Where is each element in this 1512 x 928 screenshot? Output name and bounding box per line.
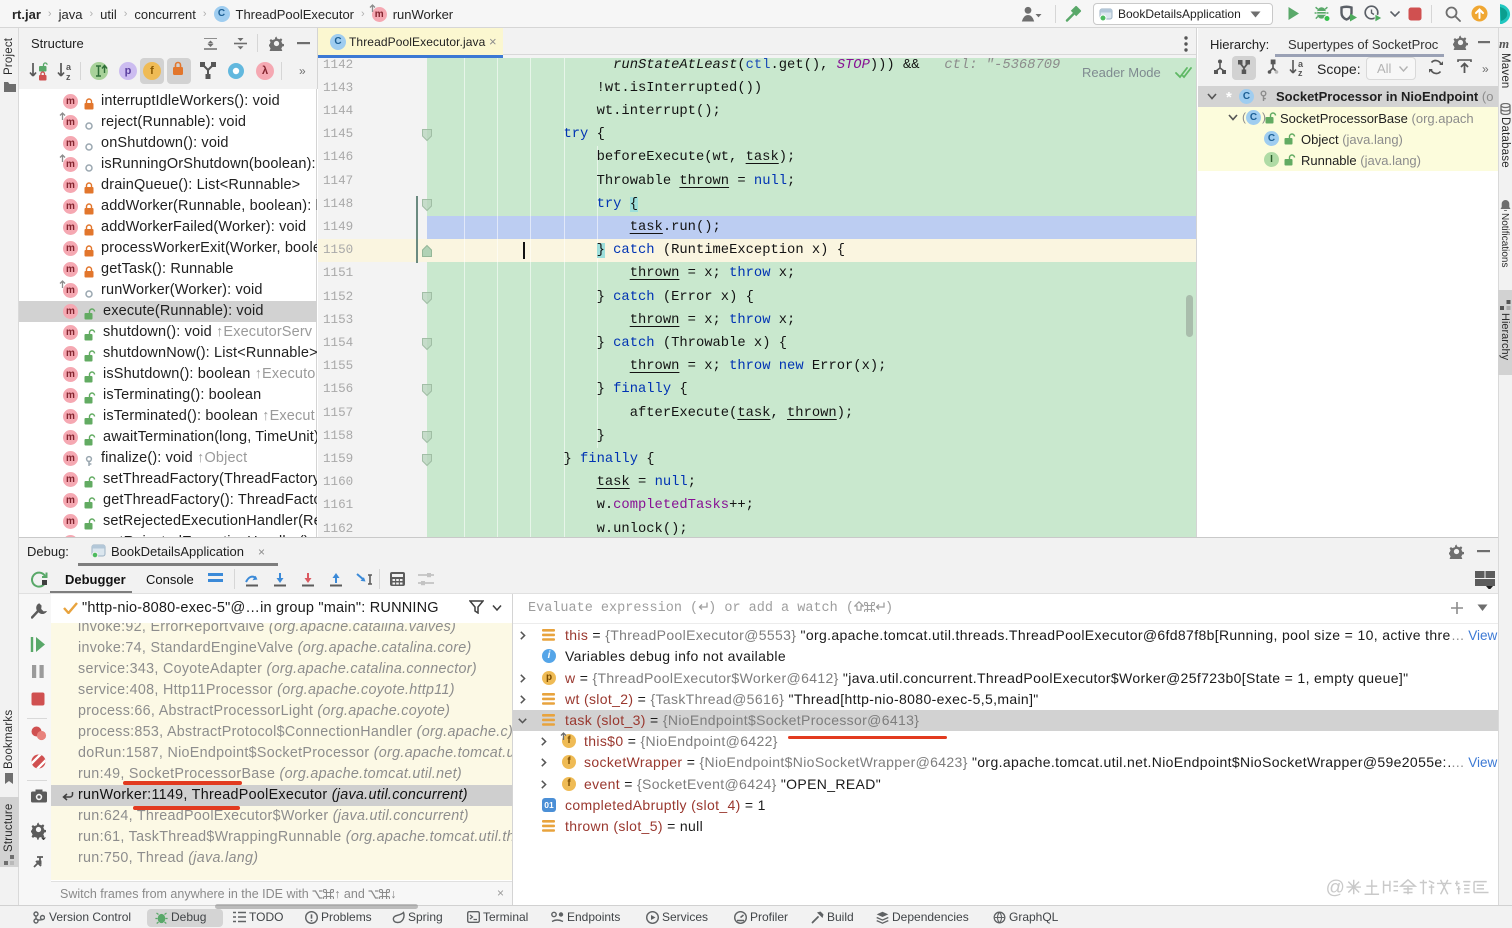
svg-text:z: z xyxy=(1298,68,1303,77)
svg-text:@: @ xyxy=(1326,878,1345,897)
svg-text:z: z xyxy=(66,72,71,81)
svg-text:a: a xyxy=(66,62,72,72)
